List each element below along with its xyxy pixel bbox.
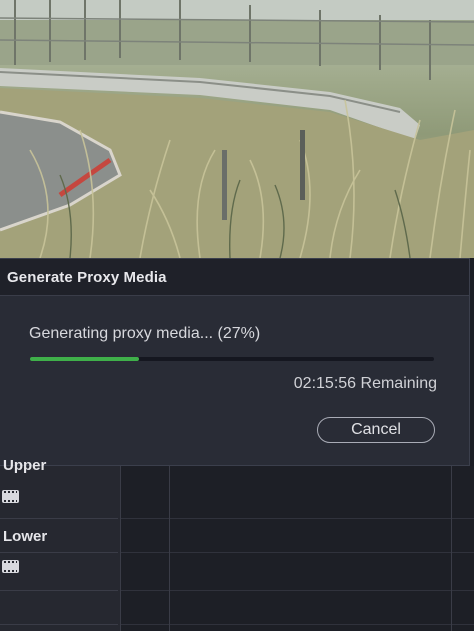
track-header-column: Upper Lower bbox=[0, 457, 121, 631]
track-label-lower: Lower bbox=[3, 528, 48, 545]
progress-bar bbox=[30, 357, 434, 361]
viewer-frame-image bbox=[0, 0, 474, 258]
timeline-gridline bbox=[451, 466, 452, 631]
video-viewer bbox=[0, 0, 474, 258]
timeline-panel: Upper Lower bbox=[0, 457, 474, 631]
timeline-lanes[interactable] bbox=[121, 466, 474, 631]
dialog-title: Generate Proxy Media bbox=[7, 268, 167, 286]
time-remaining: 02:15:56 Remaining bbox=[293, 375, 437, 392]
film-icon bbox=[2, 490, 19, 503]
progress-bar-fill bbox=[30, 357, 140, 361]
generate-proxy-dialog: Generate Proxy Media Generating proxy me… bbox=[0, 258, 470, 466]
cancel-button[interactable]: Cancel bbox=[317, 417, 435, 443]
progress-status-text: Generating proxy media... (27%) bbox=[29, 325, 261, 342]
track-label-upper: Upper bbox=[3, 457, 47, 474]
track-header-empty bbox=[0, 590, 118, 625]
track-header-lower[interactable]: Lower bbox=[0, 528, 118, 591]
timeline-lane[interactable] bbox=[121, 590, 474, 625]
film-icon bbox=[2, 560, 19, 573]
timeline-gridline bbox=[169, 466, 170, 631]
track-header-upper[interactable]: Upper bbox=[0, 457, 118, 519]
timeline-lane[interactable] bbox=[121, 552, 474, 591]
dialog-title-bar: Generate Proxy Media bbox=[0, 259, 469, 296]
timeline-lane[interactable] bbox=[121, 466, 474, 519]
timeline-lane[interactable] bbox=[121, 518, 474, 553]
